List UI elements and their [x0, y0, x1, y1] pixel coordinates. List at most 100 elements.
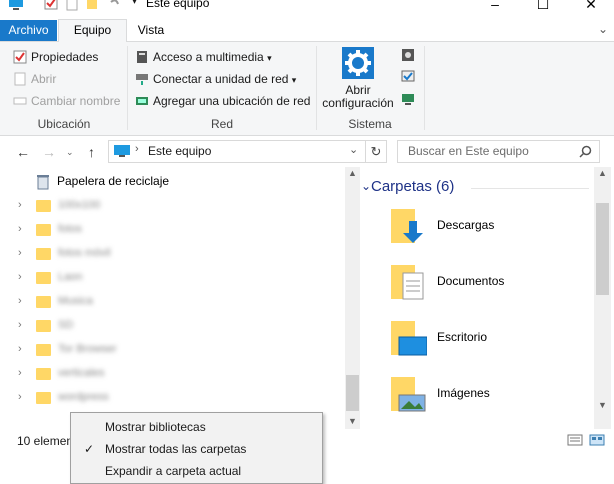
abrir-configuracion-label-1: Abrir — [345, 83, 371, 97]
manage-computer-icon[interactable] — [401, 92, 415, 106]
search-input[interactable]: Buscar en Este equipo — [397, 140, 600, 163]
tree-item-folder[interactable]: › Musica — [0, 291, 340, 315]
search-icon[interactable] — [579, 145, 592, 158]
media-server-icon — [137, 51, 147, 63]
details-view-icon[interactable] — [567, 434, 583, 446]
dropdown-arrow-icon: ▾ — [267, 53, 272, 63]
expand-chevron-icon[interactable]: › — [18, 343, 22, 355]
expand-chevron-icon[interactable]: › — [18, 223, 22, 235]
scroll-down-icon[interactable]: ▼ — [348, 416, 357, 426]
acceso-multimedia-label: Acceso a multimedia — [153, 50, 264, 64]
recycle-bin-icon — [37, 175, 49, 190]
up-arrow-icon[interactable]: ↑ — [88, 144, 95, 160]
tree-item-recycle-bin[interactable]: Papelera de reciclaje — [0, 171, 340, 195]
scrollbar-thumb[interactable] — [346, 375, 359, 411]
folder-icon — [36, 368, 51, 380]
address-path[interactable]: Este equipo — [148, 144, 211, 158]
tree-item-folder[interactable]: › 100x100 — [0, 195, 340, 219]
expand-chevron-icon[interactable]: › — [18, 247, 22, 259]
scroll-down-icon[interactable]: ▼ — [598, 400, 607, 410]
content-item-label: Imágenes — [437, 386, 490, 400]
properties-icon — [13, 50, 27, 64]
content-item-label: Documentos — [437, 274, 505, 288]
tree-item-folder[interactable]: › fotos — [0, 219, 340, 243]
tab-archivo[interactable]: Archivo — [0, 20, 57, 41]
recent-locations-icon[interactable]: ⌄ — [66, 147, 74, 158]
title-bar: ▾ Este equipo – ☐ ✕ — [0, 0, 614, 20]
tree-item-folder[interactable]: › verticales — [0, 363, 340, 387]
expand-chevron-icon[interactable]: › — [18, 391, 22, 403]
folder-label: SD — [58, 319, 74, 331]
expand-chevron-icon[interactable]: › — [18, 319, 22, 331]
folder-icon[interactable] — [86, 0, 98, 12]
scroll-up-icon[interactable]: ▲ — [348, 168, 357, 178]
expand-chevron-icon[interactable]: › — [18, 295, 22, 307]
folder-label: Tor Browser — [58, 343, 117, 355]
expand-chevron-icon[interactable]: › — [18, 271, 22, 283]
refresh-icon[interactable]: ↻ — [366, 140, 387, 163]
network-drive-icon — [136, 74, 148, 85]
group-label-red: Red — [210, 117, 233, 131]
menu-item-label: Mostrar bibliotecas — [105, 420, 206, 434]
address-bar[interactable]: › Este equipo ⌄ — [108, 140, 366, 163]
add-network-location-icon — [136, 97, 148, 105]
back-arrow-icon[interactable]: ← — [16, 144, 30, 160]
desktop-folder-icon — [391, 321, 427, 356]
abrir-button[interactable]: Abrir — [13, 69, 56, 89]
agregar-ubicacion-red-button[interactable]: Agregar una ubicación de red — [135, 91, 310, 111]
folder-icon — [36, 320, 51, 332]
folder-icon — [36, 200, 51, 212]
scroll-up-icon[interactable]: ▲ — [598, 168, 607, 178]
content-item-downloads[interactable]: Descargas — [389, 205, 579, 253]
tab-vista[interactable]: Vista — [128, 20, 174, 41]
ribbon-expand-icon[interactable]: ⌄ — [598, 22, 608, 36]
group-header[interactable]: Carpetas (6) — [371, 178, 454, 195]
propiedades-button[interactable]: Propiedades — [13, 47, 98, 67]
menu-item-mostrar-bibliotecas[interactable]: Mostrar bibliotecas — [71, 416, 322, 438]
tab-equipo[interactable]: Equipo — [58, 19, 127, 42]
conectar-unidad-red-button[interactable]: Conectar a unidad de red ▾ — [135, 69, 296, 89]
downloads-folder-icon — [391, 209, 423, 243]
tree-item-folder[interactable]: › Tor Browser — [0, 339, 340, 363]
large-icons-view-icon[interactable] — [589, 434, 605, 446]
cambiar-nombre-button[interactable]: Cambiar nombre — [13, 91, 120, 111]
content-item-pictures[interactable]: Imágenes — [389, 373, 579, 421]
system-properties-icon[interactable] — [401, 70, 415, 84]
tree-item-folder[interactable]: › wordpress — [0, 387, 340, 411]
close-icon[interactable]: ✕ — [568, 0, 614, 14]
folder-icon — [36, 392, 51, 404]
undo-icon[interactable] — [108, 0, 120, 12]
content-item-documents[interactable]: Documentos — [389, 261, 579, 309]
uninstall-program-icon[interactable] — [401, 48, 415, 62]
expand-chevron-icon[interactable]: › — [18, 199, 22, 211]
menu-item-mostrar-todas-carpetas[interactable]: ✓ Mostrar todas las carpetas — [71, 438, 322, 460]
tree-item-folder[interactable]: › SD — [0, 315, 340, 339]
breadcrumb-chevron-icon[interactable]: › — [135, 143, 139, 155]
folder-icon — [36, 344, 51, 356]
acceso-multimedia-button[interactable]: Acceso a multimedia ▾ — [135, 47, 272, 67]
navpane-scrollbar[interactable]: ▲ ▼ — [345, 167, 360, 429]
collapse-chevron-icon[interactable]: ⌄ — [361, 179, 371, 193]
maximize-icon[interactable]: ☐ — [520, 0, 566, 14]
group-divider — [471, 188, 589, 189]
abrir-configuracion-button[interactable]: Abrir configuración — [321, 47, 395, 113]
menu-item-expandir-carpeta-actual[interactable]: Expandir a carpeta actual — [71, 460, 322, 482]
quick-access-dropdown-icon[interactable]: ▾ — [132, 0, 137, 12]
group-label-ubicacion: Ubicación — [37, 117, 91, 131]
computer-icon[interactable] — [8, 0, 24, 12]
properties-check-icon[interactable] — [44, 0, 58, 12]
minimize-icon[interactable]: – — [472, 0, 518, 14]
tree-item-folder[interactable]: › fotos móvil — [0, 243, 340, 267]
ribbon-tabs: Archivo Equipo Vista ⌄ — [0, 19, 614, 42]
folder-label: fotos móvil — [58, 247, 111, 259]
pictures-folder-icon — [391, 377, 426, 412]
forward-arrow-icon[interactable]: → — [42, 144, 56, 160]
expand-chevron-icon[interactable]: › — [18, 367, 22, 379]
tree-item-folder[interactable]: › Laon — [0, 267, 340, 291]
propiedades-label: Propiedades — [31, 50, 99, 64]
content-item-desktop[interactable]: Escritorio — [389, 317, 579, 365]
content-scrollbar[interactable]: ▲ ▼ — [594, 167, 611, 429]
new-document-icon[interactable] — [66, 0, 78, 12]
scrollbar-thumb[interactable] — [596, 203, 609, 295]
address-dropdown-icon[interactable]: ⌄ — [349, 143, 358, 156]
